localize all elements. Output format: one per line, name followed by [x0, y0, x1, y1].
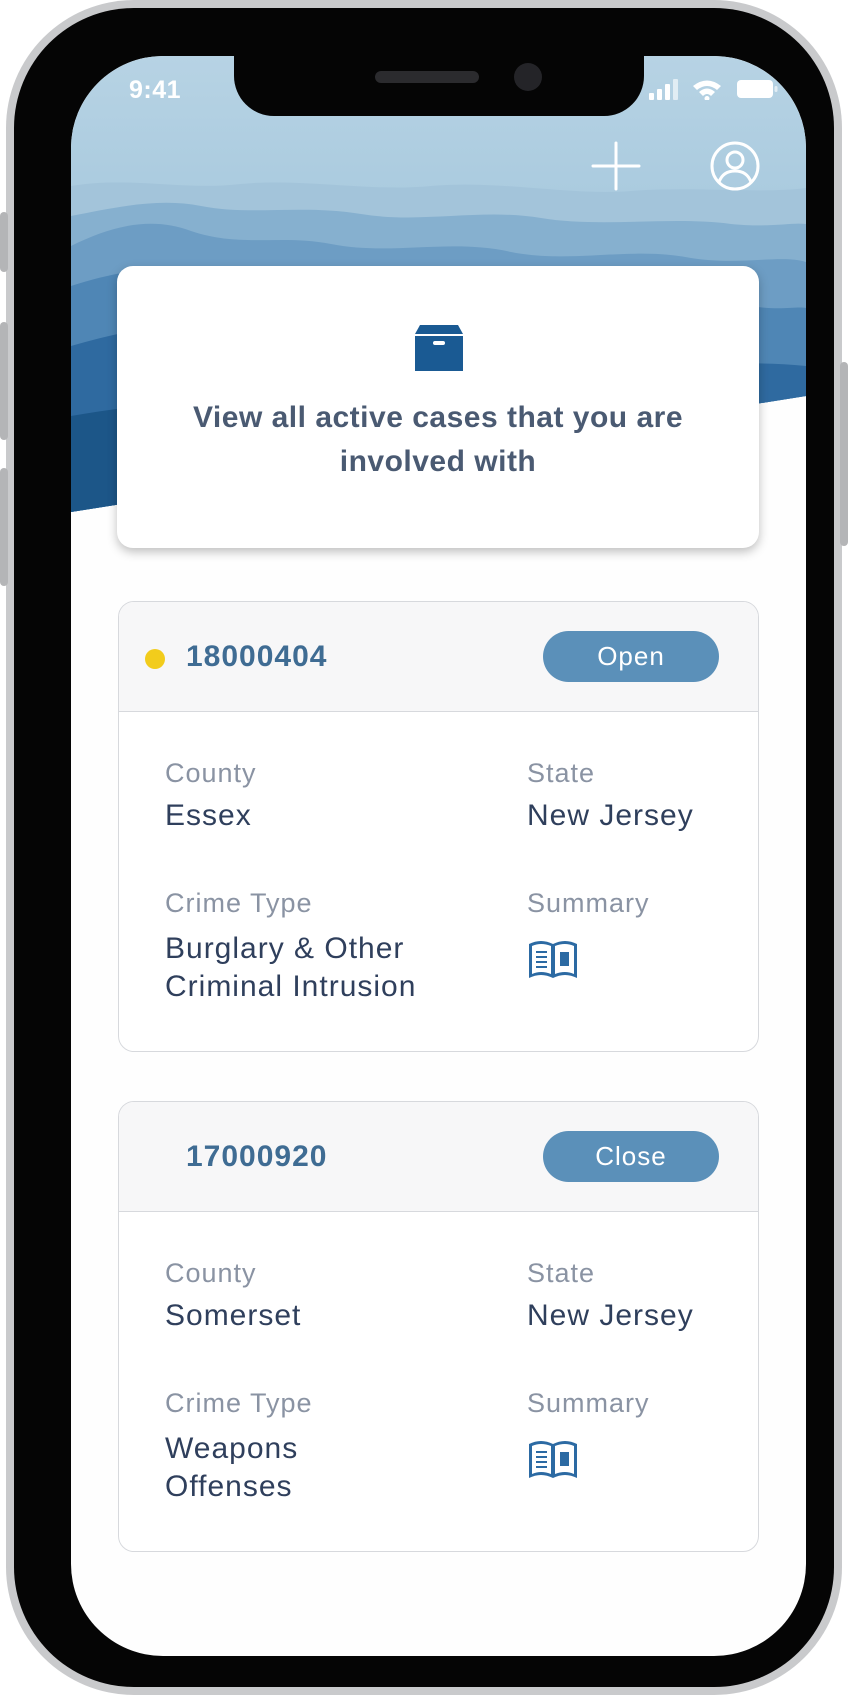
active-indicator-dot [145, 649, 165, 669]
case-card[interactable]: 17000920 Close County Somerset State New… [118, 1101, 759, 1552]
case-header: 18000404 Open [119, 602, 758, 712]
case-number[interactable]: 18000404 [186, 640, 327, 674]
state-label: State [527, 1258, 596, 1288]
volume-down-button [0, 468, 8, 586]
mute-switch [0, 212, 8, 272]
archive-box-icon [415, 325, 463, 371]
county-label: County [165, 758, 257, 788]
case-card[interactable]: 18000404 Open County Essex State New Jer… [118, 601, 759, 1052]
wifi-icon [693, 80, 721, 101]
screen: 9:41 View all active cases that you are … [71, 56, 806, 1656]
profile-icon [710, 141, 760, 191]
county-value: Essex [165, 799, 252, 832]
case-status-button[interactable]: Open [543, 631, 719, 682]
summary-label: Summary [527, 888, 650, 918]
crime-type-label: Crime Type [165, 1388, 313, 1418]
plus-icon [591, 141, 641, 191]
speaker [375, 71, 479, 83]
county-label: County [165, 1258, 257, 1288]
summary-label: Summary [527, 1388, 650, 1418]
case-status-button[interactable]: Close [543, 1131, 719, 1182]
add-case-button[interactable] [590, 140, 642, 192]
power-button [840, 362, 848, 546]
signal-icon [649, 79, 778, 101]
volume-up-button [0, 322, 8, 440]
camera [514, 63, 542, 91]
crime-type-value: Weapons Offenses [165, 1432, 299, 1503]
battery-icon [737, 80, 778, 98]
status-icons [649, 78, 779, 101]
notch [234, 56, 644, 116]
crime-type-value: Burglary & Other Criminal Intrusion [165, 932, 417, 1003]
case-header: 17000920 Close [119, 1102, 758, 1212]
phone-frame: 9:41 View all active cases that you are … [0, 0, 848, 1695]
crime-type-label: Crime Type [165, 888, 313, 918]
county-value: Somerset [165, 1299, 302, 1332]
state-label: State [527, 758, 596, 788]
phone-body: 9:41 View all active cases that you are … [14, 8, 834, 1687]
state-value: New Jersey [527, 1299, 694, 1332]
intro-text: View all active cases that you are invol… [192, 401, 684, 478]
case-number[interactable]: 17000920 [186, 1140, 327, 1174]
status-time: 9:41 [129, 76, 182, 104]
profile-button[interactable] [709, 140, 761, 192]
book-icon[interactable] [527, 1438, 579, 1480]
book-icon[interactable] [527, 938, 579, 980]
intro-card: View all active cases that you are invol… [117, 266, 759, 548]
state-value: New Jersey [527, 799, 694, 832]
